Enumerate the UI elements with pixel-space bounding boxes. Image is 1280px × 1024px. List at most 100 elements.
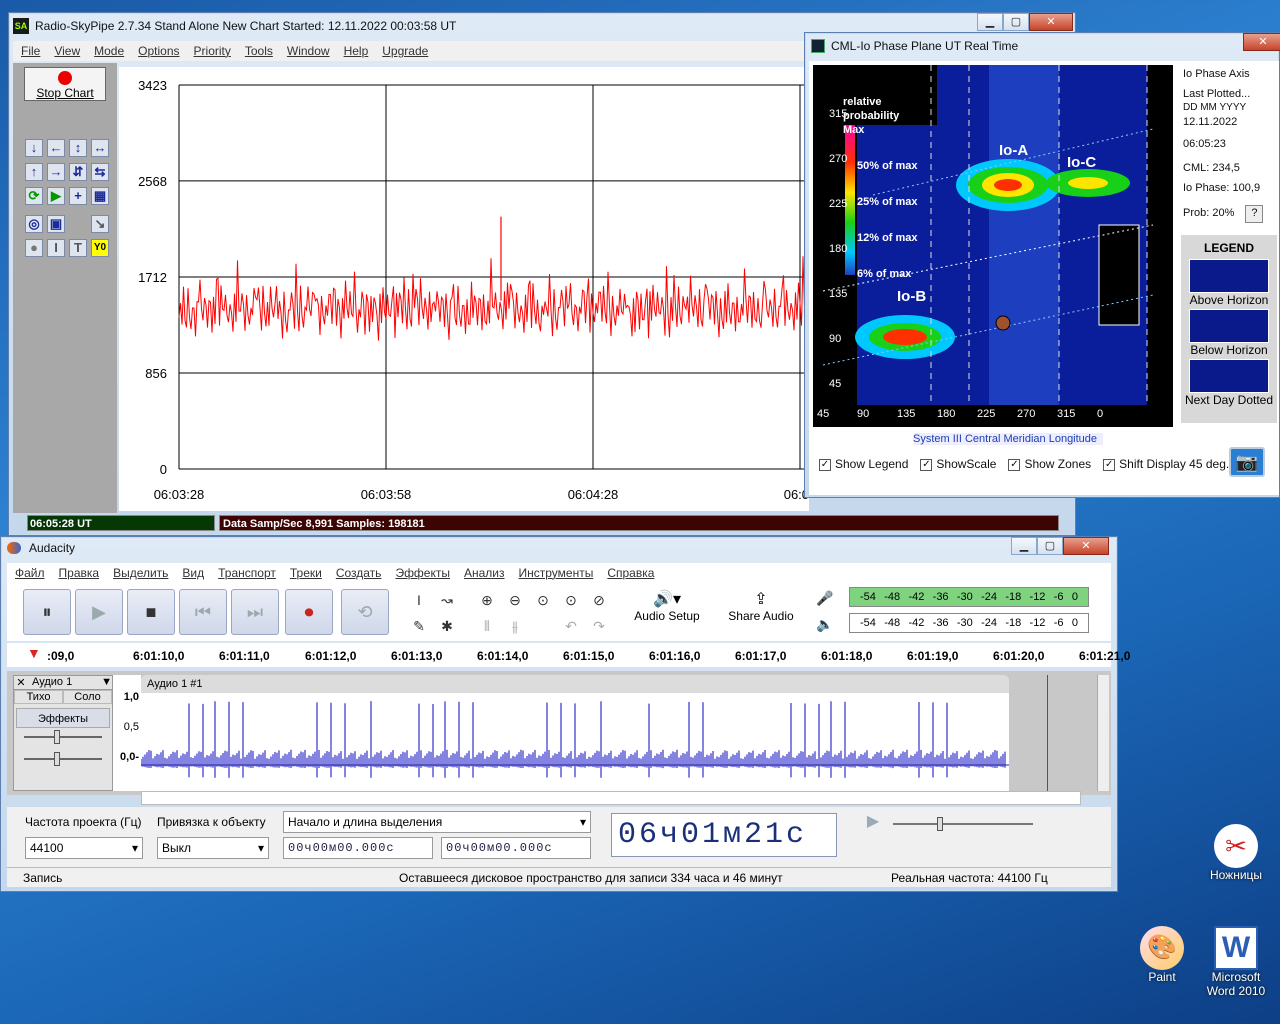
fast-forward-icon[interactable]: ▶ bbox=[47, 187, 65, 205]
zoom-out-icon[interactable]: ⊖ bbox=[503, 589, 527, 611]
compress-horizontal-icon[interactable]: ⇆ bbox=[91, 163, 109, 181]
play-speed-slider[interactable] bbox=[893, 817, 1033, 831]
silence-icon[interactable]: ⫵ bbox=[503, 615, 527, 637]
cursor-icon[interactable]: ↘ bbox=[91, 215, 109, 233]
skypipe-menu-item[interactable]: View bbox=[54, 44, 80, 58]
prob-help-button[interactable]: ? bbox=[1245, 205, 1264, 223]
scroll-up-icon[interactable]: ↑ bbox=[25, 163, 43, 181]
audacity-menu-item[interactable]: Справка bbox=[607, 566, 654, 580]
expand-vertical-icon[interactable]: ↕ bbox=[69, 139, 87, 157]
vertical-scrollbar[interactable] bbox=[1097, 675, 1109, 791]
microphone-icon[interactable]: 🎤 bbox=[813, 587, 837, 609]
selection-mode-select[interactable]: Начало и длина выделения ▾ bbox=[283, 811, 591, 833]
show-scale-checkbox[interactable]: ✓ ShowScale bbox=[920, 457, 996, 471]
draw-tool-icon[interactable]: ✎ bbox=[407, 615, 431, 637]
skypipe-menu-item[interactable]: Window bbox=[287, 44, 330, 58]
record-meter[interactable]: -54 -48 -42 -36 -30 -24 -18 -12 -6 0 bbox=[849, 587, 1089, 607]
camera-button[interactable]: 📷 bbox=[1229, 447, 1265, 477]
grid-icon[interactable]: ▦ bbox=[91, 187, 109, 205]
rate-select[interactable]: 44100 ▾ bbox=[25, 837, 143, 859]
audio-clip[interactable]: Аудио 1 #1 bbox=[141, 675, 1009, 791]
track-menu-icon[interactable]: ▼ bbox=[101, 676, 112, 689]
y0-icon[interactable]: Y0 bbox=[91, 239, 109, 257]
zoom-in-icon[interactable]: ⊕ bbox=[475, 589, 499, 611]
record-button[interactable]: ⏺ bbox=[285, 589, 333, 635]
redo-icon[interactable]: ↷ bbox=[587, 615, 611, 637]
phase-titlebar[interactable]: CML-Io Phase Plane UT Real Time ✕ bbox=[805, 33, 1280, 59]
desktop-icon-snipping[interactable]: ✂ Ножницы bbox=[1196, 824, 1276, 882]
refresh-icon[interactable]: ⟳ bbox=[25, 187, 43, 205]
skypipe-menu-item[interactable]: Tools bbox=[245, 44, 273, 58]
skypipe-menu-item[interactable]: Upgrade bbox=[382, 44, 428, 58]
audacity-menu-item[interactable]: Выделить bbox=[113, 566, 168, 580]
skypipe-minimize-button[interactable]: ▁ bbox=[977, 13, 1003, 31]
desktop-icon-paint[interactable]: 🎨 Paint bbox=[1122, 926, 1202, 984]
trim-icon[interactable]: ⫴ bbox=[475, 615, 499, 637]
undo-icon[interactable]: ↶ bbox=[559, 615, 583, 637]
solo-button[interactable]: Соло bbox=[63, 690, 112, 704]
audacity-menu-item[interactable]: Эффекты bbox=[395, 566, 450, 580]
shift-display-checkbox[interactable]: ✓ Shift Display 45 deg. bbox=[1103, 457, 1229, 471]
audacity-menu-item[interactable]: Файл bbox=[15, 566, 45, 580]
audacity-titlebar[interactable]: Audacity ▁ ▢ ✕ bbox=[1, 537, 1117, 559]
select-tool-icon[interactable]: I bbox=[407, 589, 431, 611]
pan-slider[interactable] bbox=[24, 752, 102, 766]
audacity-minimize-button[interactable]: ▁ bbox=[1011, 537, 1037, 555]
target-icon[interactable]: ◎ bbox=[25, 215, 43, 233]
stop-chart-button[interactable]: Stop Chart bbox=[24, 67, 106, 101]
loop-button[interactable]: ⟲ bbox=[341, 589, 389, 635]
share-audio-button[interactable]: ⇪ Share Audio bbox=[723, 589, 799, 635]
playback-meter-icon[interactable]: 🔈 bbox=[813, 613, 837, 635]
play-at-speed-button[interactable]: ▶ bbox=[859, 811, 887, 835]
scroll-down-icon[interactable]: ↓ bbox=[25, 139, 43, 157]
audio-setup-button[interactable]: 🔊▾ Audio Setup bbox=[629, 589, 705, 635]
track-header[interactable]: ✕ Аудио 1 ▼ bbox=[14, 676, 112, 690]
skypipe-chart[interactable]: 0 856 1712 2568 3423 06:03:28 06:03:58 06:04:28… bbox=[119, 67, 816, 511]
fit-selection-icon[interactable]: ⊙ bbox=[531, 589, 555, 611]
circle-tool-icon[interactable]: ● bbox=[25, 239, 43, 257]
expand-horizontal-icon[interactable]: ↔ bbox=[91, 139, 109, 157]
snap-select[interactable]: Выкл ▾ bbox=[157, 837, 269, 859]
skypipe-menu-item[interactable]: Options bbox=[138, 44, 179, 58]
fit-project-icon[interactable]: ⊙ bbox=[559, 589, 583, 611]
close-track-icon[interactable]: ✕ bbox=[14, 676, 28, 689]
scroll-right-icon[interactable]: → bbox=[47, 163, 65, 181]
select-box-icon[interactable]: ▣ bbox=[47, 215, 65, 233]
multi-tool-icon[interactable]: ✱ bbox=[435, 615, 459, 637]
center-icon[interactable]: + bbox=[69, 187, 87, 205]
time-display[interactable]: 06ч01м21с bbox=[611, 813, 837, 857]
skypipe-menu-item[interactable]: Mode bbox=[94, 44, 124, 58]
audacity-menu-item[interactable]: Треки bbox=[290, 566, 322, 580]
skip-end-button[interactable]: ⏭ bbox=[231, 589, 279, 635]
effects-button[interactable]: Эффекты bbox=[16, 708, 110, 728]
selection-length-field[interactable]: 00ч00м00.000с bbox=[441, 837, 591, 859]
skip-start-button[interactable]: ⏮ bbox=[179, 589, 227, 635]
audacity-menu-item[interactable]: Инструменты bbox=[519, 566, 594, 580]
audacity-menu-item[interactable]: Транспорт bbox=[218, 566, 276, 580]
envelope-tool-icon[interactable]: ↝ bbox=[435, 589, 459, 611]
phase-close-button[interactable]: ✕ bbox=[1243, 33, 1280, 51]
text-tool-icon[interactable]: I bbox=[47, 239, 65, 257]
audacity-menu-item[interactable]: Анализ bbox=[464, 566, 505, 580]
skypipe-menu-item[interactable]: Priority bbox=[194, 44, 231, 58]
audacity-menu-item[interactable]: Правка bbox=[59, 566, 100, 580]
gain-slider[interactable] bbox=[24, 730, 102, 744]
show-zones-checkbox[interactable]: ✓ Show Zones bbox=[1008, 457, 1091, 471]
pause-button[interactable]: ⏸ bbox=[23, 589, 71, 635]
timeline-ruler[interactable]: ▼ :09,0 6:01:10,0 6:01:11,0 6:01:12,0 6:01:1… bbox=[7, 643, 1130, 667]
horizontal-scrollbar[interactable] bbox=[141, 791, 1081, 805]
text-t-icon[interactable]: T bbox=[69, 239, 87, 257]
audacity-menu-item[interactable]: Создать bbox=[336, 566, 382, 580]
play-button[interactable]: ▶ bbox=[75, 589, 123, 635]
skypipe-menu-item[interactable]: Help bbox=[344, 44, 369, 58]
skypipe-maximize-button[interactable]: ▢ bbox=[1003, 13, 1029, 31]
playback-meter[interactable]: -54 -48 -42 -36 -30 -24 -18 -12 -6 0 bbox=[849, 613, 1089, 633]
scroll-left-icon[interactable]: ← bbox=[47, 139, 65, 157]
compress-vertical-icon[interactable]: ⇵ bbox=[69, 163, 87, 181]
audacity-maximize-button[interactable]: ▢ bbox=[1037, 537, 1063, 555]
stop-button[interactable]: ■ bbox=[127, 589, 175, 635]
audacity-menu-item[interactable]: Вид bbox=[182, 566, 204, 580]
desktop-icon-word[interactable]: W Microsoft Word 2010 bbox=[1196, 926, 1276, 998]
skypipe-menu-item[interactable]: File bbox=[21, 44, 40, 58]
skypipe-close-button[interactable]: ✕ bbox=[1029, 13, 1073, 31]
